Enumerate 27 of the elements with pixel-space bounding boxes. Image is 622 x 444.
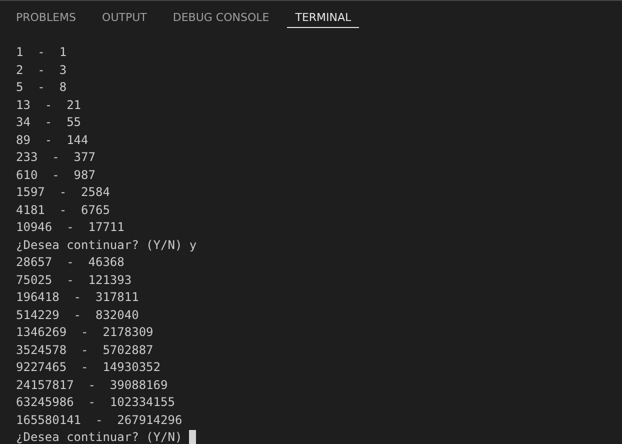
terminal-line: 28657 - 46368 xyxy=(16,254,124,271)
terminal-line: 5 - 8 xyxy=(16,79,67,96)
terminal-line: 89 - 144 xyxy=(16,132,88,148)
terminal-line: 24157817 - 39088169 xyxy=(16,376,168,394)
terminal-line: 1597 - 2584 xyxy=(16,184,110,201)
terminal-line: 3524578 - 5702887 xyxy=(16,342,154,358)
terminal-line: 4181 - 6765 xyxy=(16,202,110,218)
terminal-line: 75025 - 121393 xyxy=(16,272,132,288)
terminal-line: 10946 - 17711 xyxy=(16,219,124,236)
terminal-line: 233 - 377 xyxy=(16,149,96,166)
terminal-line: 165580141 - 267914296 xyxy=(16,412,182,428)
terminal-line: 610 - 987 xyxy=(16,166,96,184)
terminal-line: 34 - 55 xyxy=(16,114,82,131)
terminal-line: 514229 - 832040 xyxy=(16,306,139,324)
terminal-line: 1346269 - 2178309 xyxy=(16,324,154,341)
panel-tab[interactable]: TERMINAL xyxy=(287,1,360,28)
terminal-line: ¿Desea continuar? (Y/N) xyxy=(16,429,184,444)
terminal-line: 196418 - 317811 xyxy=(16,289,139,306)
terminal-line: 63245986 - 102334155 xyxy=(16,394,175,411)
terminal-line: 9227465 - 14930352 xyxy=(16,359,160,376)
panel-tab[interactable]: OUTPUT xyxy=(94,1,155,28)
panel-tab[interactable]: PROBLEMS xyxy=(8,1,84,28)
terminal-line: 13 - 21 xyxy=(16,96,82,114)
terminal-line: ¿Desea continuar? (Y/N) y xyxy=(16,236,197,254)
terminal-line: 1 - 1 xyxy=(16,44,67,61)
panel-tab[interactable]: DEBUG CONSOLE xyxy=(164,1,278,28)
terminal-line: 2 - 3 xyxy=(16,62,67,78)
